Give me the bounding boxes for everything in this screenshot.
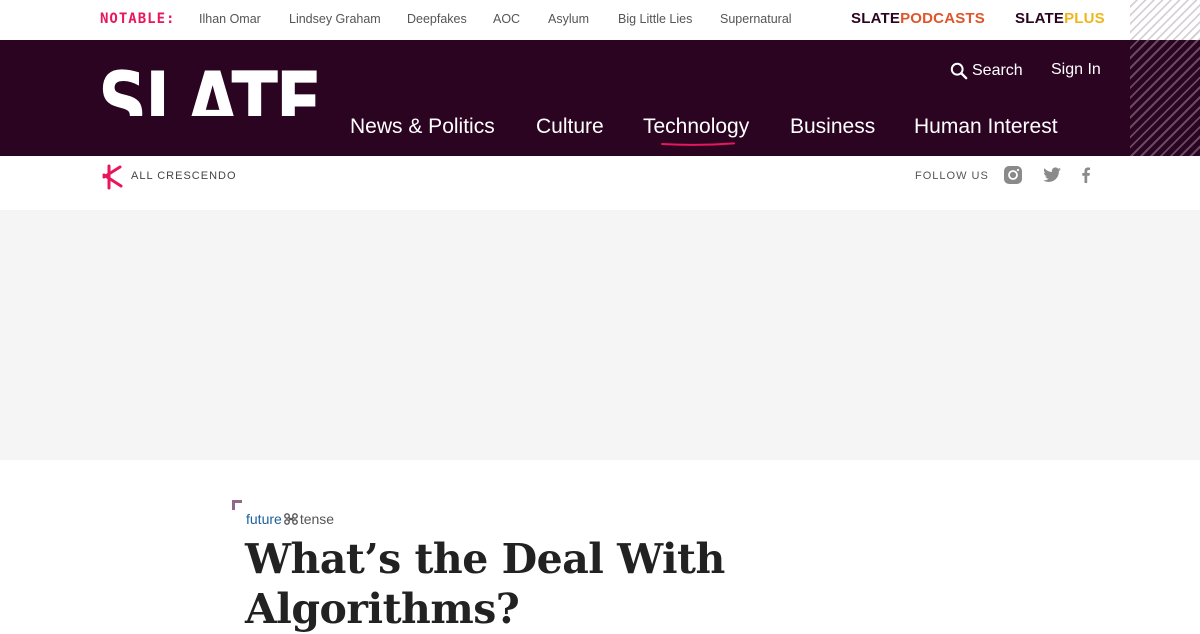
slate-logo-text: SLATE (100, 54, 320, 116)
active-nav-underline (661, 142, 735, 146)
all-crescendo-link[interactable]: ALL CRESCENDO (131, 170, 237, 182)
search-icon (950, 62, 968, 80)
notable-link-lindsey-graham[interactable]: Lindsey Graham (289, 12, 381, 26)
nav-technology[interactable]: Technology (643, 115, 749, 139)
future-tense-word-tense: tense (299, 511, 335, 527)
notable-link-deepfakes[interactable]: Deepfakes (407, 12, 467, 26)
hatch-decoration (1130, 0, 1200, 156)
search-label: Search (972, 62, 1023, 79)
notable-link-ilhan-omar[interactable]: Ilhan Omar (199, 12, 261, 26)
future-tense-icon (283, 513, 298, 525)
search-button[interactable]: Search (950, 60, 1023, 82)
notable-link-big-little-lies[interactable]: Big Little Lies (618, 12, 692, 26)
slate-plus-suffix: PLUS (1064, 10, 1105, 27)
slate-plus-prefix: SLATE (1015, 10, 1065, 27)
slate-podcasts-prefix: SLATE (851, 10, 901, 27)
notable-link-supernatural[interactable]: Supernatural (720, 12, 792, 26)
follow-us-label: FOLLOW US (915, 170, 989, 182)
nav-news-politics[interactable]: News & Politics (350, 115, 495, 139)
ad-placeholder (0, 210, 1200, 460)
slate-wordmark: SLATE (100, 54, 320, 116)
hatch-top (1130, 0, 1200, 40)
slate-plus-link[interactable]: SLATEPLUS (1015, 10, 1105, 27)
notable-link-aoc[interactable]: AOC (493, 12, 520, 26)
nav-culture[interactable]: Culture (536, 115, 604, 139)
notable-label: NOTABLE: (100, 11, 176, 27)
slate-podcasts-link[interactable]: SLATEPODCASTS (851, 10, 985, 27)
sign-in-link[interactable]: Sign In (1051, 61, 1101, 79)
nav-business[interactable]: Business (790, 115, 875, 139)
twitter-icon[interactable] (1042, 165, 1062, 185)
facebook-icon[interactable] (1076, 165, 1096, 185)
notable-link-asylum[interactable]: Asylum (548, 12, 589, 26)
instagram-icon[interactable] (1003, 165, 1023, 185)
future-tense-word-future: future (246, 511, 282, 527)
hatch-bottom (1130, 40, 1200, 156)
corner-bracket-mark (232, 500, 242, 510)
future-tense-section-logo[interactable]: future tense (246, 511, 334, 527)
article-headline: What’s the Deal With Algorithms? (245, 535, 725, 633)
crescendo-icon (102, 164, 123, 190)
slate-logo[interactable]: SLATE (100, 51, 320, 116)
slate-podcasts-suffix: PODCASTS (900, 10, 986, 27)
nav-human-interest[interactable]: Human Interest (914, 115, 1058, 139)
